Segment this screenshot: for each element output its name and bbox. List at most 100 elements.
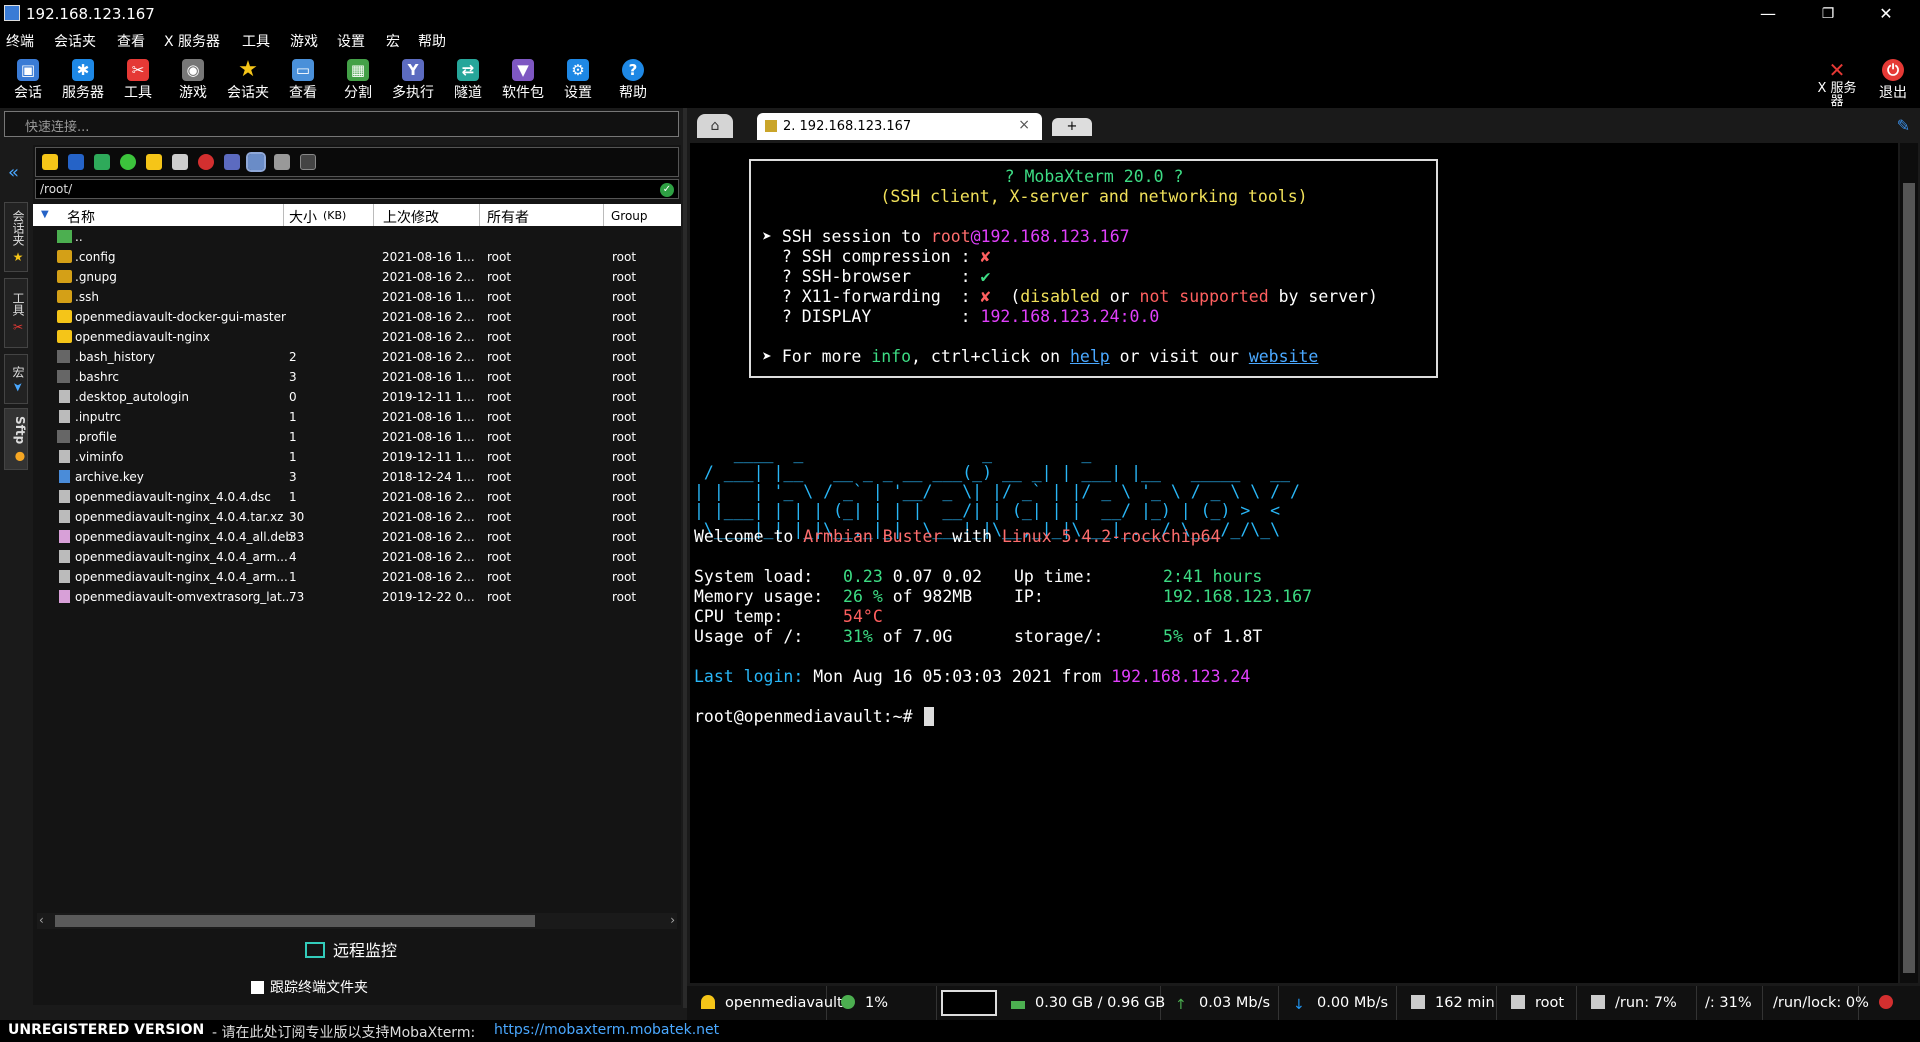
column-size[interactable]: 大小 [289, 207, 317, 227]
side-tab-macros[interactable]: 宏 ➤ [4, 354, 28, 404]
file-row[interactable]: .inputrc 1 2021-08-16 1... root root [33, 407, 681, 427]
cpu-graph [941, 990, 997, 1016]
file-row[interactable]: .ssh 2021-08-16 1... root root [33, 287, 681, 307]
upload-icon[interactable] [94, 154, 110, 170]
terminal-scrollbar[interactable] [1900, 143, 1918, 983]
menu-view[interactable]: 查看 [117, 31, 145, 51]
sort-icon[interactable]: ▼ [41, 209, 49, 220]
side-tab-sftp[interactable]: Sftp ● [4, 408, 28, 470]
quick-connect-placeholder: 快速连接... [25, 120, 90, 135]
power-icon: ⏻ [1882, 59, 1904, 81]
column-modified[interactable]: 上次修改 [383, 207, 439, 227]
mobaxterm-link[interactable]: https://mobaxterm.mobatek.net [494, 1022, 719, 1038]
parent-folder-icon[interactable] [42, 154, 58, 170]
refresh-icon[interactable] [120, 154, 136, 170]
settings-button[interactable]: ⚙ 设置 [552, 56, 604, 108]
remote-monitoring-button[interactable]: 远程监控 [305, 937, 397, 961]
file-row[interactable]: .. [33, 227, 681, 247]
file-row[interactable]: openmediavault-docker-gui-master 2021-08-… [33, 307, 681, 327]
path-ok-icon[interactable]: ✓ [660, 183, 674, 197]
file-row[interactable]: .profile 1 2021-08-16 1... root root [33, 427, 681, 447]
file-row[interactable]: openmediavault-nginx 2021-08-16 2... root r… [33, 327, 681, 347]
scroll-left-icon[interactable]: ‹ [39, 913, 44, 927]
file-row[interactable]: openmediavault-omvextrasorg_lat... 73 2019… [33, 587, 681, 607]
file-name: .bashrc [75, 370, 119, 384]
menu-xserver[interactable]: X 服务器 [164, 31, 220, 51]
column-name[interactable]: 名称 [67, 207, 95, 227]
sftp-path-input[interactable]: /root/ ✓ [35, 179, 679, 199]
exit-button[interactable]: ⏻ 退出 [1868, 56, 1918, 108]
delete-icon[interactable] [198, 154, 214, 170]
new-file-icon[interactable] [172, 154, 188, 170]
view-button[interactable]: ▭ 查看 [277, 56, 329, 108]
panel-divider[interactable] [683, 108, 687, 1008]
help-button[interactable]: ? 帮助 [607, 56, 659, 108]
file-row[interactable]: .bash_history 2 2021-08-16 2... root root [33, 347, 681, 367]
file-row[interactable]: openmediavault-nginx_4.0.4_all.deb 33 2021… [33, 527, 681, 547]
permissions-icon[interactable] [274, 154, 290, 170]
multiexec-label: 多执行 [392, 85, 434, 101]
servers-button[interactable]: ✱ 服务器 [57, 56, 109, 108]
scrollbar-thumb[interactable] [55, 915, 535, 927]
file-row[interactable]: openmediavault-nginx_4.0.4.dsc 1 2021-08-1… [33, 487, 681, 507]
file-row[interactable]: openmediavault-nginx_4.0.4.tar.xz 30 2021-… [33, 507, 681, 527]
status-close-icon[interactable] [1879, 986, 1899, 1020]
horizontal-scrollbar[interactable]: ‹ › [37, 913, 677, 929]
paperclip-icon[interactable]: ✎ [1897, 116, 1910, 135]
rename-icon[interactable] [224, 154, 240, 170]
menu-games[interactable]: 游戏 [290, 31, 318, 51]
column-group[interactable]: Group [611, 209, 648, 223]
sessions-folder-label: 会话夹 [227, 85, 269, 101]
download-icon[interactable] [68, 154, 84, 170]
file-row[interactable]: openmediavault-nginx_4.0.4_arm... 4 2021-0… [33, 547, 681, 567]
menu-tools[interactable]: 工具 [242, 31, 270, 51]
menu-settings[interactable]: 设置 [337, 31, 365, 51]
session-tab[interactable]: 2. 192.168.123.167 × [757, 113, 1042, 140]
split-button[interactable]: ▦ 分割 [332, 56, 384, 108]
terminal[interactable]: ? MobaXterm 20.0 ? (SSH client, X-server… [690, 143, 1898, 983]
menu-terminal[interactable]: 终端 [6, 31, 34, 51]
close-button[interactable]: ✕ [1858, 0, 1914, 28]
side-tab-tools[interactable]: 工具 ✂ [4, 278, 28, 348]
tunnel-button[interactable]: ⇄ 隧道 [442, 56, 494, 108]
scrollbar-thumb[interactable] [1903, 183, 1915, 973]
games-button[interactable]: ◉ 游戏 [167, 56, 219, 108]
quick-connect-input[interactable]: 快速连接... [4, 111, 679, 137]
minimize-button[interactable]: — [1740, 0, 1796, 28]
collapse-icon[interactable]: « [8, 162, 19, 183]
file-row[interactable]: .config 2021-08-16 1... root root [33, 247, 681, 267]
website-link[interactable]: website [1249, 347, 1319, 366]
maximize-button[interactable]: ❐ [1800, 0, 1856, 28]
file-group: root [612, 550, 637, 564]
file-row[interactable]: .bashrc 3 2021-08-16 1... root root [33, 367, 681, 387]
scroll-right-icon[interactable]: › [670, 913, 675, 927]
close-icon[interactable] [1879, 995, 1893, 1009]
multiexec-button[interactable]: Y 多执行 [387, 56, 439, 108]
home-tab[interactable]: ⌂ [697, 114, 733, 138]
session-button[interactable]: ▣ 会话 [2, 56, 54, 108]
column-owner[interactable]: 所有者 [487, 207, 529, 227]
checkbox-icon[interactable] [251, 981, 264, 994]
hidden-files-icon[interactable] [246, 152, 266, 172]
menu-macros[interactable]: 宏 [386, 31, 400, 51]
packages-button[interactable]: ▼ 软件包 [497, 56, 549, 108]
menu-sessions[interactable]: 会话夹 [54, 31, 96, 51]
file-row[interactable]: openmediavault-nginx_4.0.4_arm... 1 2021-0… [33, 567, 681, 587]
sessions-folder-button[interactable]: ★ 会话夹 [222, 56, 274, 108]
file-row[interactable]: .gnupg 2021-08-16 2... root root [33, 267, 681, 287]
xserver-button[interactable]: ✕ X 服务器 [1812, 56, 1862, 108]
file-row[interactable]: archive.key 3 2018-12-24 1... root root [33, 467, 681, 487]
follow-terminal-folder-checkbox[interactable]: 跟踪终端文件夹 [251, 977, 368, 997]
help-link[interactable]: help [1070, 347, 1110, 366]
side-tab-sessions[interactable]: 会话夹 ★ [4, 202, 28, 272]
terminal-icon[interactable] [300, 154, 316, 170]
file-group: root [612, 430, 637, 444]
menu-help[interactable]: 帮助 [418, 31, 446, 51]
new-tab-button[interactable]: + [1052, 118, 1092, 136]
new-folder-icon[interactable] [146, 154, 162, 170]
tools-button[interactable]: ✂ 工具 [112, 56, 164, 108]
file-row[interactable]: .viminfo 1 2019-12-11 1... root root [33, 447, 681, 467]
file-row[interactable]: .desktop_autologin 0 2019-12-11 1... root ro… [33, 387, 681, 407]
close-tab-icon[interactable]: × [1018, 117, 1030, 133]
last-login-line: Last login: Mon Aug 16 05:03:03 2021 fro… [694, 667, 1251, 686]
